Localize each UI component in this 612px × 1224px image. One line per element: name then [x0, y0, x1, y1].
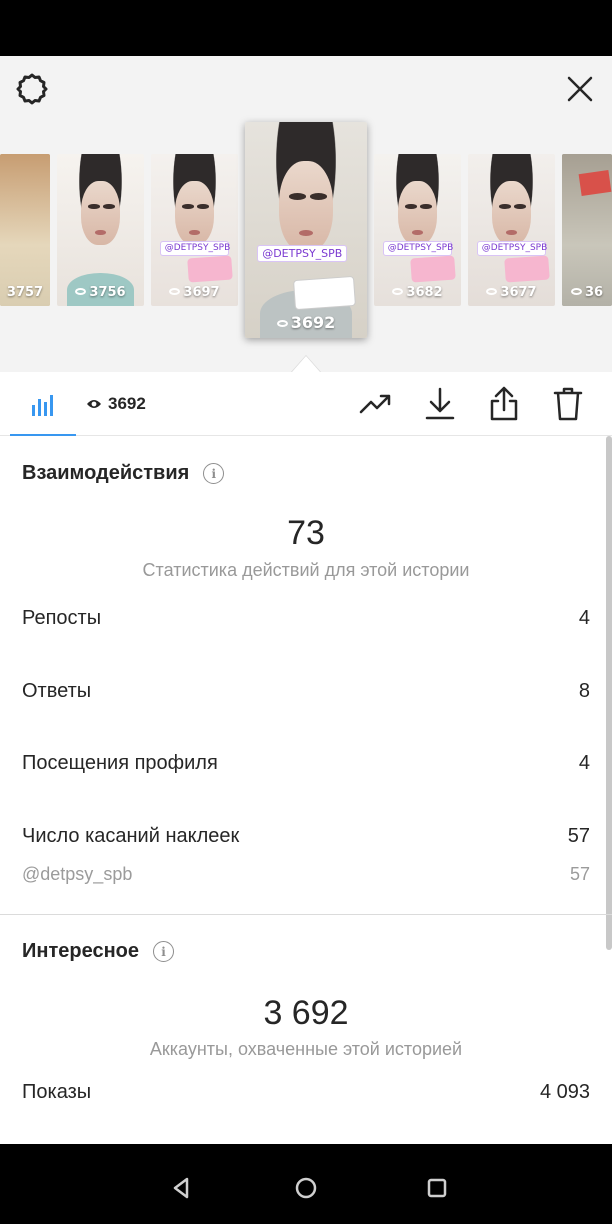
story-thumbnail[interactable]: @DETPSY_SPB 3677 [468, 154, 555, 306]
mention-sticker: @DETPSY_SPB [159, 240, 230, 256]
stat-row-profile-visits: Посещения профиля 4 [22, 752, 590, 774]
story-view-count: 36 [562, 285, 612, 300]
stat-row-shares: Репосты 4 [22, 607, 590, 629]
trend-icon[interactable] [358, 386, 394, 422]
views-count: 3692 [108, 394, 146, 413]
status-bar [0, 0, 612, 56]
section-divider [0, 914, 612, 915]
story-thumbnail[interactable]: 3757 [0, 154, 50, 306]
trash-icon[interactable] [551, 384, 585, 424]
selection-pointer [292, 356, 320, 372]
story-toolbar: 3692 [0, 372, 612, 436]
close-icon[interactable] [560, 69, 600, 109]
tab-insights[interactable] [10, 372, 76, 436]
story-thumbnail[interactable]: 36 [562, 154, 612, 306]
stat-row-sticker-mention: @detpsy_spb 57 [22, 864, 590, 884]
mention-sticker: @DETPSY_SPB [476, 240, 547, 256]
stat-row-replies: Ответы 8 [22, 680, 590, 702]
home-icon[interactable] [288, 1170, 324, 1206]
story-thumbnail-selected[interactable]: @DETPSY_SPB 3692 [245, 122, 367, 338]
discovery-section-title: Интересное i [22, 940, 174, 963]
story-view-count: 3692 [245, 313, 367, 332]
discovery-total: 3 692 [263, 994, 349, 1032]
mention-sticker: @DETPSY_SPB [257, 245, 348, 263]
interactions-caption: Статистика действий для этой истории [142, 560, 470, 580]
download-icon[interactable] [424, 386, 456, 422]
gear-icon[interactable] [12, 69, 52, 109]
story-thumbnail[interactable]: 3756 [57, 154, 144, 306]
story-view-count: 3677 [468, 285, 555, 300]
interactions-section-title: Взаимодействия i [22, 462, 225, 485]
interactions-total: 73 [287, 514, 325, 552]
stat-row-sticker-taps: Число касаний наклеек 57 [22, 825, 590, 847]
recents-icon[interactable] [419, 1170, 455, 1206]
stat-row-impressions: Показы 4 093 [22, 1081, 590, 1103]
views-summary: 3692 [86, 393, 146, 415]
story-view-count: 3757 [6, 285, 44, 300]
system-navigation-bar [0, 1144, 612, 1224]
story-view-count: 3682 [374, 285, 461, 300]
story-view-count: 3697 [151, 285, 238, 300]
story-thumbnail[interactable]: @DETPSY_SPB 3697 [151, 154, 238, 306]
eye-icon [87, 400, 101, 408]
insights-content: Взаимодействия i 73 Статистика действий … [0, 436, 612, 1144]
story-panel: 3757 3756 @DETPSY_SPB 3697 @DETPSY_SPB 3… [0, 56, 612, 372]
share-icon[interactable] [488, 384, 520, 424]
mention-sticker: @DETPSY_SPB [382, 240, 453, 256]
info-icon[interactable]: i [203, 463, 225, 484]
info-icon[interactable]: i [153, 941, 174, 962]
bar-chart-icon [32, 395, 53, 416]
story-view-count: 3756 [57, 285, 144, 300]
back-icon[interactable] [163, 1170, 199, 1206]
discovery-caption: Аккаунты, охваченные этой историей [149, 1039, 463, 1059]
story-thumbnail[interactable]: @DETPSY_SPB 3682 [374, 154, 461, 306]
